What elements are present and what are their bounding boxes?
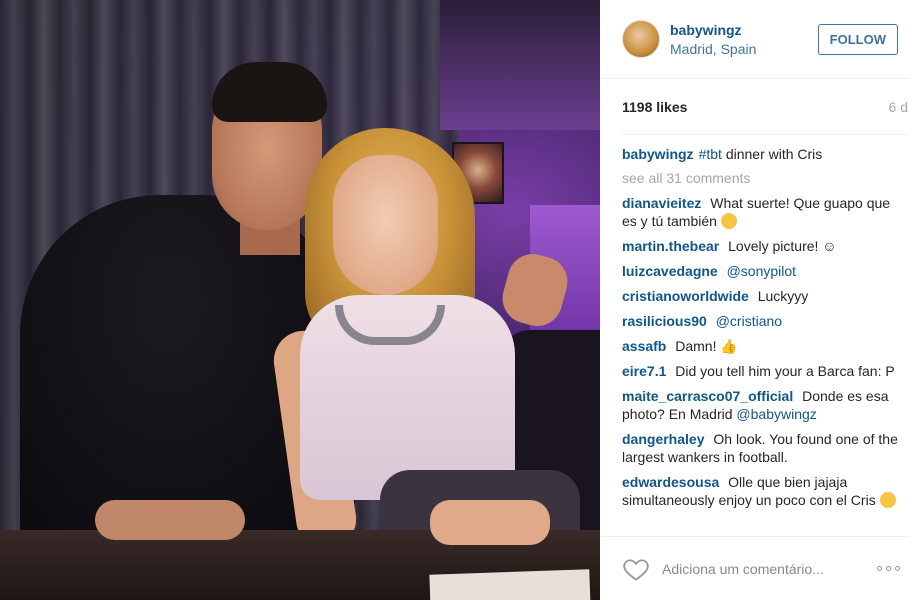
comment: luizcavedagne @sonypilot [622, 262, 908, 280]
comment: cristianoworldwide Luckyyy [622, 287, 908, 305]
comment-mention[interactable]: @sonypilot [727, 263, 796, 279]
comment-username[interactable]: martin.thebear [622, 238, 719, 254]
comment-username[interactable]: edwardesousa [622, 474, 719, 490]
comment-username[interactable]: maite_carrasco07_official [622, 388, 793, 404]
comment-username[interactable]: assafb [622, 338, 666, 354]
comment-username[interactable]: eire7.1 [622, 363, 666, 379]
post-footer [600, 536, 910, 600]
see-all-comments-link[interactable]: see all 31 comments [622, 170, 908, 186]
comment-username[interactable]: cristianoworldwide [622, 288, 749, 304]
comment-username[interactable]: dangerhaley [622, 431, 704, 447]
more-dots-icon[interactable] [877, 566, 900, 571]
comment-username[interactable]: luizcavedagne [622, 263, 718, 279]
avatar[interactable] [622, 20, 660, 58]
caption: babywingz #tbt dinner with Cris [622, 145, 908, 163]
comment-text: Did you tell him your a Barca fan: P [675, 363, 895, 379]
caption-username[interactable]: babywingz [622, 146, 694, 162]
header-location[interactable]: Madrid, Spain [670, 41, 818, 57]
comment: edwardesousa Olle que bien jajaja simult… [622, 473, 908, 509]
comment: maite_carrasco07_official Donde es esa p… [622, 387, 908, 423]
comment: dianavieitez What suerte! Que guapo que … [622, 194, 908, 230]
comment-mention[interactable]: @babywingz [736, 406, 816, 422]
post-age[interactable]: 6 d [889, 99, 908, 115]
add-comment-input[interactable] [662, 560, 877, 577]
post-photo[interactable] [0, 0, 600, 600]
comment-text: Luckyyy [757, 288, 809, 304]
caption-text: dinner with Cris [725, 146, 823, 162]
comment-text: Lovely picture! ☺ [728, 238, 837, 254]
caption-hashtag[interactable]: #tbt [699, 146, 722, 162]
comment-username[interactable]: rasilicious90 [622, 313, 707, 329]
post-stats: 1198 likes 6 d [622, 79, 908, 135]
comment-mention[interactable]: @cristiano [716, 313, 782, 329]
comment-username[interactable]: dianavieitez [622, 195, 701, 211]
instagram-post: babywingz Madrid, Spain FOLLOW 1198 like… [0, 0, 920, 600]
flex-laugh-emoji-icon [879, 492, 896, 508]
comments-list: babywingz #tbt dinner with Cris see all 3… [600, 135, 920, 536]
comment: martin.thebear Lovely picture! ☺ [622, 237, 908, 255]
follow-button[interactable]: FOLLOW [817, 23, 898, 55]
comment: rasilicious90 @cristiano [622, 312, 908, 330]
comment: eire7.1 Did you tell him your a Barca fa… [622, 362, 908, 380]
comment: assafb Damn! 👍 [622, 337, 908, 355]
comment: dangerhaley Oh look. You found one of th… [622, 430, 908, 466]
heart-outline-icon[interactable] [622, 555, 650, 583]
post-sidebar: babywingz Madrid, Spain FOLLOW 1198 like… [600, 0, 920, 600]
comment-text: Damn! 👍 [675, 338, 738, 354]
post-header: babywingz Madrid, Spain FOLLOW [600, 0, 910, 79]
smile-emoji-icon [720, 213, 737, 229]
header-username[interactable]: babywingz [670, 22, 818, 38]
likes-count[interactable]: 1198 likes [622, 99, 687, 115]
